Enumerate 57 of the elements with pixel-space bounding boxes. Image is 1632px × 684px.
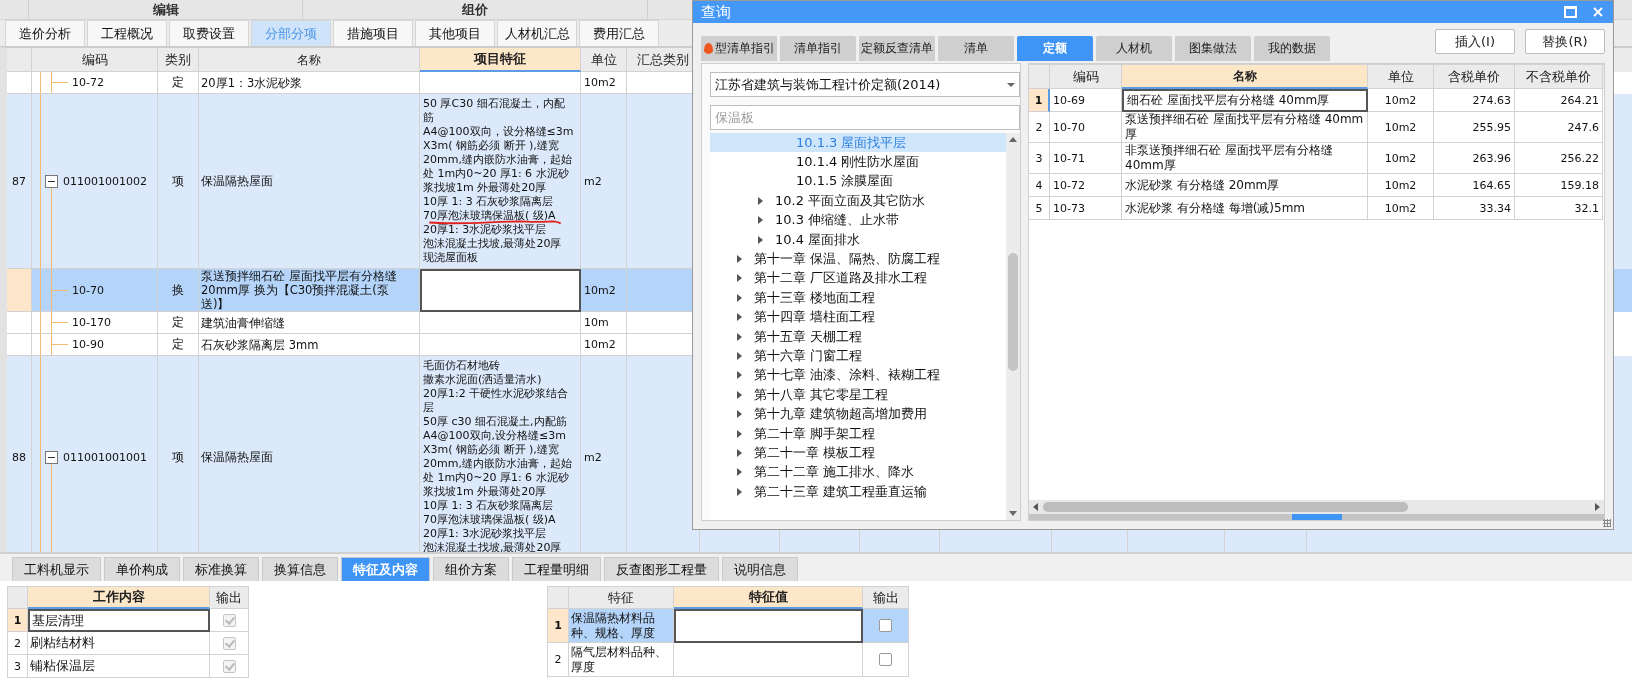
row-number: 2 bbox=[1029, 112, 1050, 143]
code-cell: 10-73 bbox=[1050, 197, 1122, 220]
feature-cell: 隔气层材料品种、厚度 bbox=[569, 643, 674, 677]
unit-cell: 10m2 bbox=[1368, 174, 1434, 197]
row-number: 1 bbox=[8, 609, 28, 632]
price-cell: 274.63 bbox=[1434, 89, 1515, 112]
price-cell: 164.65 bbox=[1434, 174, 1515, 197]
unit-cell: 10m2 bbox=[1368, 197, 1434, 220]
code-cell: 10-70 bbox=[1050, 112, 1122, 143]
row-number: 5 bbox=[1029, 197, 1050, 220]
column-header: 特征值 bbox=[674, 587, 863, 609]
name-cell: 水泥砂浆 有分格缝 20mm厚 bbox=[1122, 174, 1368, 197]
column-header: 输出 bbox=[210, 587, 249, 609]
row-number: 3 bbox=[1029, 143, 1050, 174]
unit-cell: 10m2 bbox=[1368, 89, 1434, 112]
column-header: 名称 bbox=[1122, 65, 1368, 89]
code-cell: 10-71 bbox=[1050, 143, 1122, 174]
price-cell: 255.95 bbox=[1434, 112, 1515, 143]
column-header: 不含税单价 bbox=[1515, 65, 1603, 89]
price-cell: 247.6 bbox=[1515, 112, 1603, 143]
item-code: 10-72 bbox=[72, 76, 104, 89]
dialog-title: 查询 bbox=[701, 2, 732, 22]
name-cell: 细石砼 屋面找平层有分格缝 40mm厚 bbox=[1122, 89, 1368, 112]
name-cell: 非泵送预拌细石砼 屋面找平层有分格缝 40mm厚 bbox=[1122, 143, 1368, 174]
price-cell: 32.1 bbox=[1515, 197, 1603, 220]
item-code: 011001001001 bbox=[63, 450, 147, 464]
row-number: 2 bbox=[8, 632, 28, 655]
row-number: 1 bbox=[1029, 89, 1050, 112]
price-cell: 159.18 bbox=[1515, 174, 1603, 197]
group-header: 组价 bbox=[302, 0, 648, 19]
code-cell: 10-72 bbox=[1050, 174, 1122, 197]
price-cell: 264.21 bbox=[1515, 89, 1603, 112]
row-number: 3 bbox=[8, 655, 28, 678]
column-header: 项目特征 bbox=[420, 48, 581, 72]
item-code: 10-90 bbox=[72, 338, 104, 351]
group-header: 编辑 bbox=[28, 0, 302, 19]
item-code: 011001001002 bbox=[63, 174, 147, 188]
feature-cell: 保温隔热材料品种、规格、厚度 bbox=[569, 609, 674, 643]
price-cell: 256.22 bbox=[1515, 143, 1603, 174]
item-code: 10-70 bbox=[72, 283, 104, 297]
row-number: 1 bbox=[548, 609, 569, 643]
name-cell: 水泥砂浆 有分格缝 每增(减)5mm bbox=[1122, 197, 1368, 220]
row-number: 2 bbox=[548, 643, 569, 677]
content-cell: 铺粘保温层 bbox=[28, 655, 210, 678]
price-cell: 263.96 bbox=[1434, 143, 1515, 174]
unit-cell: 10m2 bbox=[1368, 112, 1434, 143]
content-cell: 基层清理 bbox=[28, 609, 210, 632]
content-cell: 刷粘结材料 bbox=[28, 632, 210, 655]
column-header: 单位 bbox=[1368, 65, 1434, 89]
column-header: 工作内容 bbox=[28, 587, 210, 609]
dropdown-value: 江苏省建筑与装饰工程计价定额(2014) bbox=[715, 75, 942, 94]
column-header: 含税单价 bbox=[1434, 65, 1515, 89]
item-code: 10-170 bbox=[72, 316, 111, 329]
name-cell: 泵送预拌细石砼 屋面找平层有分格缝 40mm厚 bbox=[1122, 112, 1368, 143]
row-number: 4 bbox=[1029, 174, 1050, 197]
price-cell: 33.34 bbox=[1434, 197, 1515, 220]
unit-cell: 10m2 bbox=[1368, 143, 1434, 174]
